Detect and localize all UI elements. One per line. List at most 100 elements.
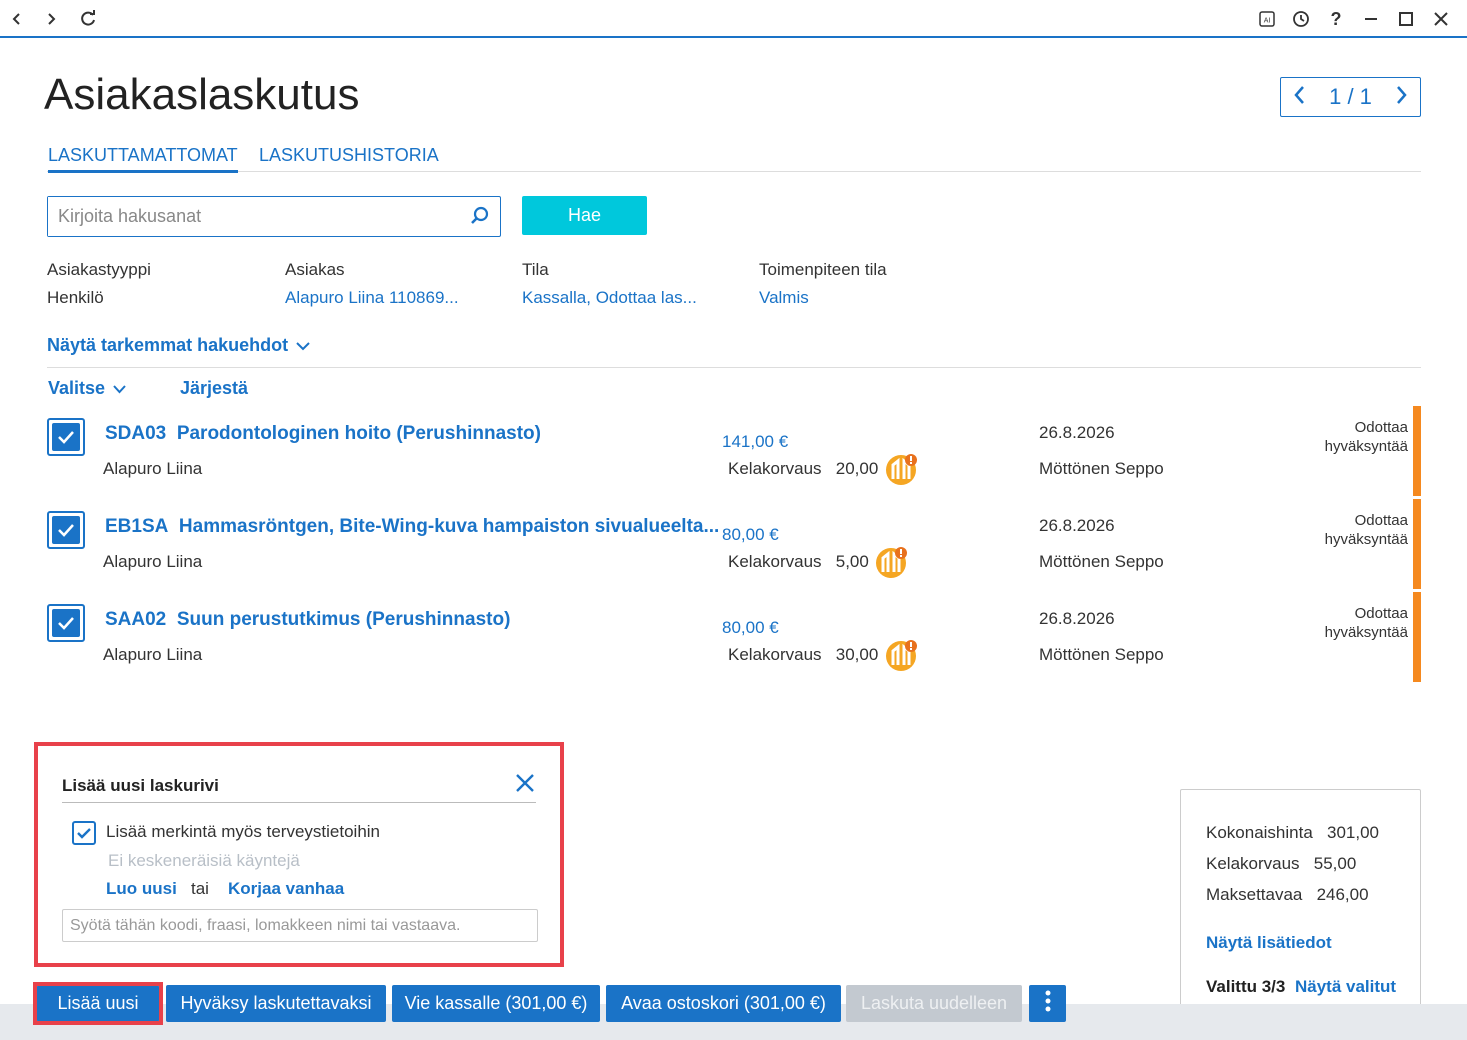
summary-payable: Maksettavaa 246,00: [1206, 885, 1369, 904]
row-checkbox[interactable]: [47, 418, 85, 456]
close-icon[interactable]: [514, 772, 536, 799]
search-icon[interactable]: [470, 206, 490, 231]
more-filters-label: Näytä tarkemmat hakuehdot: [47, 335, 289, 355]
filter-value-toimenpiteen-tila[interactable]: Valmis: [759, 288, 809, 308]
tab-bar: LASKUTTAMATTOMAT LASKUTUSHISTORIA: [47, 140, 1421, 173]
invoice-row[interactable]: SDA03 Parodontologinen hoito (Perushinna…: [0, 405, 1467, 496]
open-cart-button[interactable]: Avaa ostoskori (301,00 €): [606, 985, 841, 1022]
filter-label-asiakas: Asiakas: [285, 260, 345, 279]
code-input[interactable]: [62, 909, 538, 942]
svg-text:AI: AI: [1264, 18, 1271, 25]
row-date: 26.8.2026: [1039, 516, 1115, 535]
search-button[interactable]: Hae: [522, 196, 647, 235]
sort-button[interactable]: Järjestä: [180, 378, 248, 399]
filter-label-toimenpiteen-tila: Toimenpiteen tila: [759, 260, 887, 279]
maximize-icon[interactable]: [1395, 8, 1417, 30]
checkmark-icon: [52, 423, 80, 451]
filter-label-asiakastyyppi: Asiakastyyppi: [47, 260, 151, 279]
selected-count: Valittu 3/3: [1206, 977, 1286, 996]
row-price: 80,00 €: [722, 525, 779, 544]
forward-icon[interactable]: [40, 8, 62, 30]
filter-value-tila[interactable]: Kassalla, Odottaa las...: [522, 288, 697, 308]
window-toolbar: AI ?: [0, 0, 1467, 38]
panel-header: Lisää uusi laskurivi: [62, 774, 536, 803]
status-bar: [1413, 592, 1421, 682]
highlight-outline: [33, 982, 163, 1025]
row-status: Odottaa hyväksyntää: [1324, 605, 1408, 641]
history-icon[interactable]: [1290, 8, 1312, 30]
row-date: 26.8.2026: [1039, 423, 1115, 442]
filter-label-tila: Tila: [522, 260, 549, 279]
summary-total: Kokonaishinta 301,00: [1206, 823, 1379, 842]
row-title[interactable]: SDA03 Parodontologinen hoito (Perushinna…: [105, 423, 541, 445]
row-patient: Alapuro Liina: [103, 552, 203, 571]
kebab-menu-icon: [1045, 990, 1051, 1017]
row-patient: Alapuro Liina: [103, 459, 203, 478]
health-record-checkbox-label: Lisää merkintä myös terveystietoihin: [106, 822, 381, 841]
row-checkbox[interactable]: [47, 604, 85, 642]
show-details-link[interactable]: Näytä lisätiedot: [1206, 933, 1332, 953]
status-bar: [1413, 406, 1421, 496]
to-register-button[interactable]: Vie kassalle (301,00 €): [392, 985, 600, 1022]
or-text: tai: [191, 879, 209, 898]
fix-old-link[interactable]: Korjaa vanhaa: [228, 879, 344, 899]
refresh-icon[interactable]: [77, 8, 99, 30]
kela-warning-icon[interactable]: [874, 546, 908, 580]
select-menu[interactable]: Valitse: [48, 378, 126, 399]
pager-text: 1 / 1: [1329, 84, 1372, 109]
row-price: 141,00 €: [722, 432, 789, 451]
row-status: Odottaa hyväksyntää: [1324, 419, 1408, 455]
close-window-icon[interactable]: [1430, 8, 1452, 30]
no-visits-text: Ei keskeneräisiä käyntejä: [108, 851, 300, 870]
panel-title: Lisää uusi laskurivi: [62, 776, 219, 795]
rebill-button: Laskuta uudelleen: [846, 985, 1022, 1022]
page-title: Asiakaslaskutus: [44, 70, 360, 119]
row-kela: Kelakorvaus 5,00: [728, 552, 869, 571]
tab-laskutushistoria[interactable]: LASKUTUSHISTORIA: [259, 145, 439, 170]
row-doctor: Möttönen Seppo: [1039, 459, 1164, 478]
back-icon[interactable]: [6, 8, 28, 30]
checkmark-icon: [52, 609, 80, 637]
create-new-link[interactable]: Luo uusi: [106, 879, 177, 899]
row-doctor: Möttönen Seppo: [1039, 645, 1164, 664]
chevron-down-icon: [296, 335, 310, 356]
row-price: 80,00 €: [722, 618, 779, 637]
show-selected-link[interactable]: Näytä valitut: [1295, 977, 1396, 997]
chevron-down-icon: [113, 378, 126, 399]
summary-kela: Kelakorvaus 55,00: [1206, 854, 1357, 873]
checkmark-icon: [52, 516, 80, 544]
ai-icon[interactable]: AI: [1256, 8, 1278, 30]
row-patient: Alapuro Liina: [103, 645, 203, 664]
summary-box: Kokonaishinta 301,00 Kelakorvaus 55,00 M…: [1180, 789, 1421, 1022]
more-filters-toggle[interactable]: Näytä tarkemmat hakuehdot: [47, 335, 310, 356]
row-kela: Kelakorvaus 30,00: [728, 645, 879, 664]
row-title[interactable]: SAA02 Suun perustutkimus (Perushinnasto): [105, 609, 510, 631]
minimize-icon[interactable]: [1360, 8, 1382, 30]
row-checkbox[interactable]: [47, 511, 85, 549]
pager: 1 / 1: [1280, 77, 1421, 117]
chevron-right-icon[interactable]: [1394, 85, 1408, 110]
row-date: 26.8.2026: [1039, 609, 1115, 628]
tab-laskuttamattomat[interactable]: LASKUTTAMATTOMAT: [48, 145, 238, 173]
select-label: Valitse: [48, 378, 106, 398]
add-invoice-line-panel: Lisää uusi laskurivi Lisää merkintä myös…: [34, 742, 564, 967]
help-icon[interactable]: ?: [1325, 8, 1347, 30]
filter-value-asiakas[interactable]: Alapuro Liina 110869...: [285, 288, 459, 308]
search-box: [47, 196, 501, 237]
chevron-left-icon[interactable]: [1293, 85, 1307, 110]
invoice-row[interactable]: SAA02 Suun perustutkimus (Perushinnasto)…: [0, 591, 1467, 682]
kela-warning-icon[interactable]: [884, 639, 918, 673]
more-actions-button[interactable]: [1029, 985, 1066, 1022]
status-bar: [1413, 499, 1421, 589]
invoice-row[interactable]: EB1SA Hammasröntgen, Bite-Wing-kuva hamp…: [0, 498, 1467, 589]
approve-button[interactable]: Hyväksy laskutettavaksi: [166, 985, 386, 1022]
row-doctor: Möttönen Seppo: [1039, 552, 1164, 571]
health-record-checkbox[interactable]: [72, 821, 96, 845]
search-input[interactable]: [48, 197, 458, 236]
row-title[interactable]: EB1SA Hammasröntgen, Bite-Wing-kuva hamp…: [105, 516, 719, 538]
row-status: Odottaa hyväksyntää: [1324, 512, 1408, 548]
divider: [47, 367, 1421, 368]
kela-warning-icon[interactable]: [884, 453, 918, 487]
filter-value-asiakastyyppi: Henkilö: [47, 288, 104, 307]
row-kela: Kelakorvaus 20,00: [728, 459, 879, 478]
